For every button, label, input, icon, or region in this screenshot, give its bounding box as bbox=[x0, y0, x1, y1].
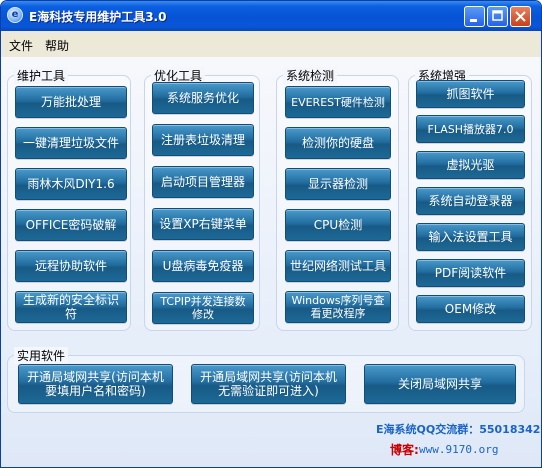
button-xp-context-menu[interactable]: 设置XP右键菜单 bbox=[152, 208, 254, 240]
close-button[interactable] bbox=[510, 6, 531, 27]
button-network-test[interactable]: 世纪网络测试工具 bbox=[285, 250, 391, 282]
main-window: e E海科技专用维护工具3.0 文件 帮助 维护工具 万能批处理 一键清理垃圾文… bbox=[0, 0, 542, 468]
group-title-maintenance: 维护工具 bbox=[14, 67, 69, 84]
button-tcpip-connections[interactable]: TCPIP并发连接数修改 bbox=[152, 292, 254, 324]
minimize-icon bbox=[470, 19, 477, 22]
group-enhance: 系统增强 抓图软件 FLASH播放器7.0 虚拟光驱 系统自动登录器 输入法设置… bbox=[408, 67, 532, 331]
group-maintenance: 维护工具 万能批处理 一键清理垃圾文件 雨林木风DIY1.6 OFFICE密码破… bbox=[7, 67, 131, 331]
button-office-password[interactable]: OFFICE密码破解 bbox=[15, 209, 127, 241]
button-batch-processing[interactable]: 万能批处理 bbox=[15, 86, 127, 118]
minimize-button[interactable] bbox=[464, 6, 485, 27]
button-new-sid[interactable]: 生成新的安全标识符 bbox=[15, 291, 127, 323]
qq-group-text: E海系统QQ交流群：55018342 bbox=[376, 423, 541, 436]
button-remote-assist[interactable]: 远程协助软件 bbox=[15, 250, 127, 282]
group-detect: 系统检测 EVEREST硬件检测 检测你的硬盘 显示器检测 CPU检测 世纪网络… bbox=[276, 67, 399, 331]
maximize-icon bbox=[492, 10, 503, 21]
button-monitor-check[interactable]: 显示器检测 bbox=[285, 168, 391, 200]
group-optimize: 优化工具 系统服务优化 注册表垃圾清理 启动项目管理器 设置XP右键菜单 U盘病… bbox=[144, 67, 260, 331]
button-flash-player[interactable]: FLASH播放器7.0 bbox=[416, 115, 525, 143]
title-bar[interactable]: e E海科技专用维护工具3.0 bbox=[1, 1, 541, 31]
button-windows-serial[interactable]: Windows序列号查看更改程序 bbox=[285, 291, 391, 323]
menu-help[interactable]: 帮助 bbox=[45, 37, 69, 54]
button-close-share[interactable]: 关闭局域网共享 bbox=[364, 364, 516, 404]
button-ylmf-diy[interactable]: 雨林木风DIY1.6 bbox=[15, 168, 127, 200]
window-title: E海科技专用维护工具3.0 bbox=[29, 10, 167, 24]
button-clean-junk[interactable]: 一键清理垃圾文件 bbox=[15, 127, 127, 159]
button-service-optimize[interactable]: 系统服务优化 bbox=[152, 82, 254, 114]
button-cpu-check[interactable]: CPU检测 bbox=[285, 209, 391, 241]
button-registry-clean[interactable]: 注册表垃圾清理 bbox=[152, 124, 254, 156]
button-pdf-reader[interactable]: PDF阅读软件 bbox=[416, 259, 525, 287]
button-share-no-auth[interactable]: 开通局域网共享(访问本机无需验证即可进入) bbox=[191, 364, 346, 404]
blog-label: 博客: bbox=[390, 443, 419, 457]
button-oem-edit[interactable]: OEM修改 bbox=[416, 295, 525, 323]
group-utility: 实用软件 开通局域网共享(访问本机要填用户名和密码) 开通局域网共享(访问本机无… bbox=[7, 347, 525, 413]
blog-link[interactable]: www.9170.org bbox=[419, 443, 498, 456]
client-area: 维护工具 万能批处理 一键清理垃圾文件 雨林木风DIY1.6 OFFICE密码破… bbox=[1, 57, 541, 467]
close-icon bbox=[515, 11, 526, 22]
button-share-with-auth[interactable]: 开通局域网共享(访问本机要填用户名和密码) bbox=[18, 364, 173, 404]
button-virtual-drive[interactable]: 虚拟光驱 bbox=[416, 151, 525, 179]
button-auto-login[interactable]: 系统自动登录器 bbox=[416, 187, 525, 215]
group-title-utility: 实用软件 bbox=[14, 347, 69, 364]
menu-file[interactable]: 文件 bbox=[9, 37, 33, 54]
maximize-button[interactable] bbox=[487, 6, 508, 27]
button-usb-immunizer[interactable]: U盘病毒免疫器 bbox=[152, 250, 254, 282]
menu-bar: 文件 帮助 bbox=[1, 31, 541, 57]
button-everest[interactable]: EVEREST硬件检测 bbox=[285, 86, 391, 118]
button-disk-check[interactable]: 检测你的硬盘 bbox=[285, 127, 391, 159]
button-ime-settings[interactable]: 输入法设置工具 bbox=[416, 223, 525, 251]
app-icon[interactable]: e bbox=[7, 7, 23, 23]
button-startup-manager[interactable]: 启动项目管理器 bbox=[152, 166, 254, 198]
button-screenshot[interactable]: 抓图软件 bbox=[416, 80, 525, 108]
group-title-detect: 系统检测 bbox=[283, 67, 338, 84]
